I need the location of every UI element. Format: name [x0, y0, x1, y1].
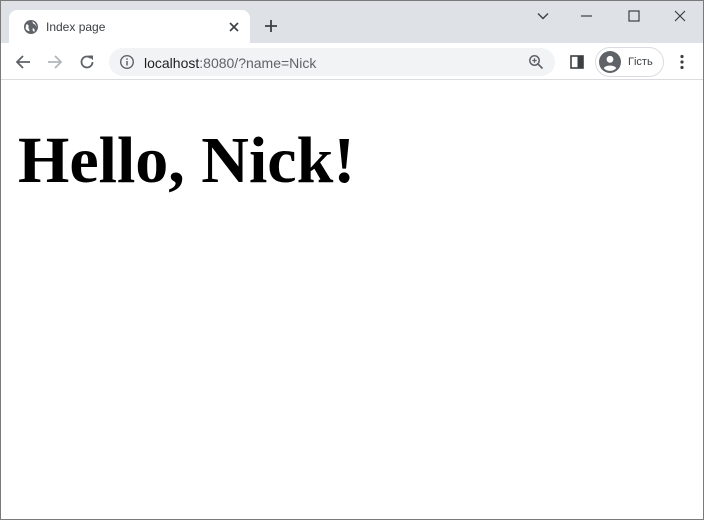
toolbar: localhost:8080/?name=Nick Гість: [1, 43, 703, 80]
side-panel-icon: [570, 55, 584, 69]
arrow-right-icon: [48, 55, 63, 69]
avatar: [599, 51, 621, 73]
globe-icon: [23, 19, 39, 35]
tab-strip: Index page: [1, 1, 703, 43]
tab-search-button[interactable]: [520, 3, 566, 29]
tab-close-icon[interactable]: [226, 19, 242, 35]
close-icon: [674, 10, 686, 22]
forward-button[interactable]: [42, 49, 68, 75]
maximize-icon: [628, 10, 640, 22]
page-heading: Hello, Nick!: [18, 124, 356, 197]
info-icon[interactable]: [119, 54, 135, 70]
reload-icon: [80, 55, 94, 69]
url-text[interactable]: localhost:8080/?name=Nick: [144, 55, 316, 71]
zoom-icon[interactable]: [528, 54, 544, 70]
tab-index-page[interactable]: Index page: [9, 10, 250, 43]
maximize-button[interactable]: [611, 3, 657, 29]
reload-button[interactable]: [74, 49, 100, 75]
close-window-button[interactable]: [657, 3, 703, 29]
back-button[interactable]: [10, 49, 36, 75]
menu-button[interactable]: [672, 51, 692, 73]
arrow-left-icon: [15, 55, 30, 69]
tab-title: Index page: [46, 20, 106, 34]
more-vert-icon: [680, 54, 684, 70]
side-panel-button[interactable]: [567, 52, 587, 72]
profile-button[interactable]: Гість: [595, 47, 664, 77]
address-bar[interactable]: localhost:8080/?name=Nick: [109, 48, 555, 76]
page-content: Hello, Nick!: [1, 81, 703, 519]
new-tab-button[interactable]: [260, 15, 282, 37]
browser-window: Index page localhost:8080/?name=Nick Гіс…: [0, 0, 704, 520]
profile-label: Гість: [628, 56, 653, 68]
minimize-icon: [581, 15, 592, 17]
chevron-down-icon: [537, 13, 549, 20]
url-host: localhost: [144, 55, 200, 71]
person-icon: [599, 51, 621, 73]
url-path: :8080/?name=Nick: [199, 55, 317, 71]
minimize-button[interactable]: [564, 3, 610, 29]
plus-icon: [265, 20, 277, 32]
